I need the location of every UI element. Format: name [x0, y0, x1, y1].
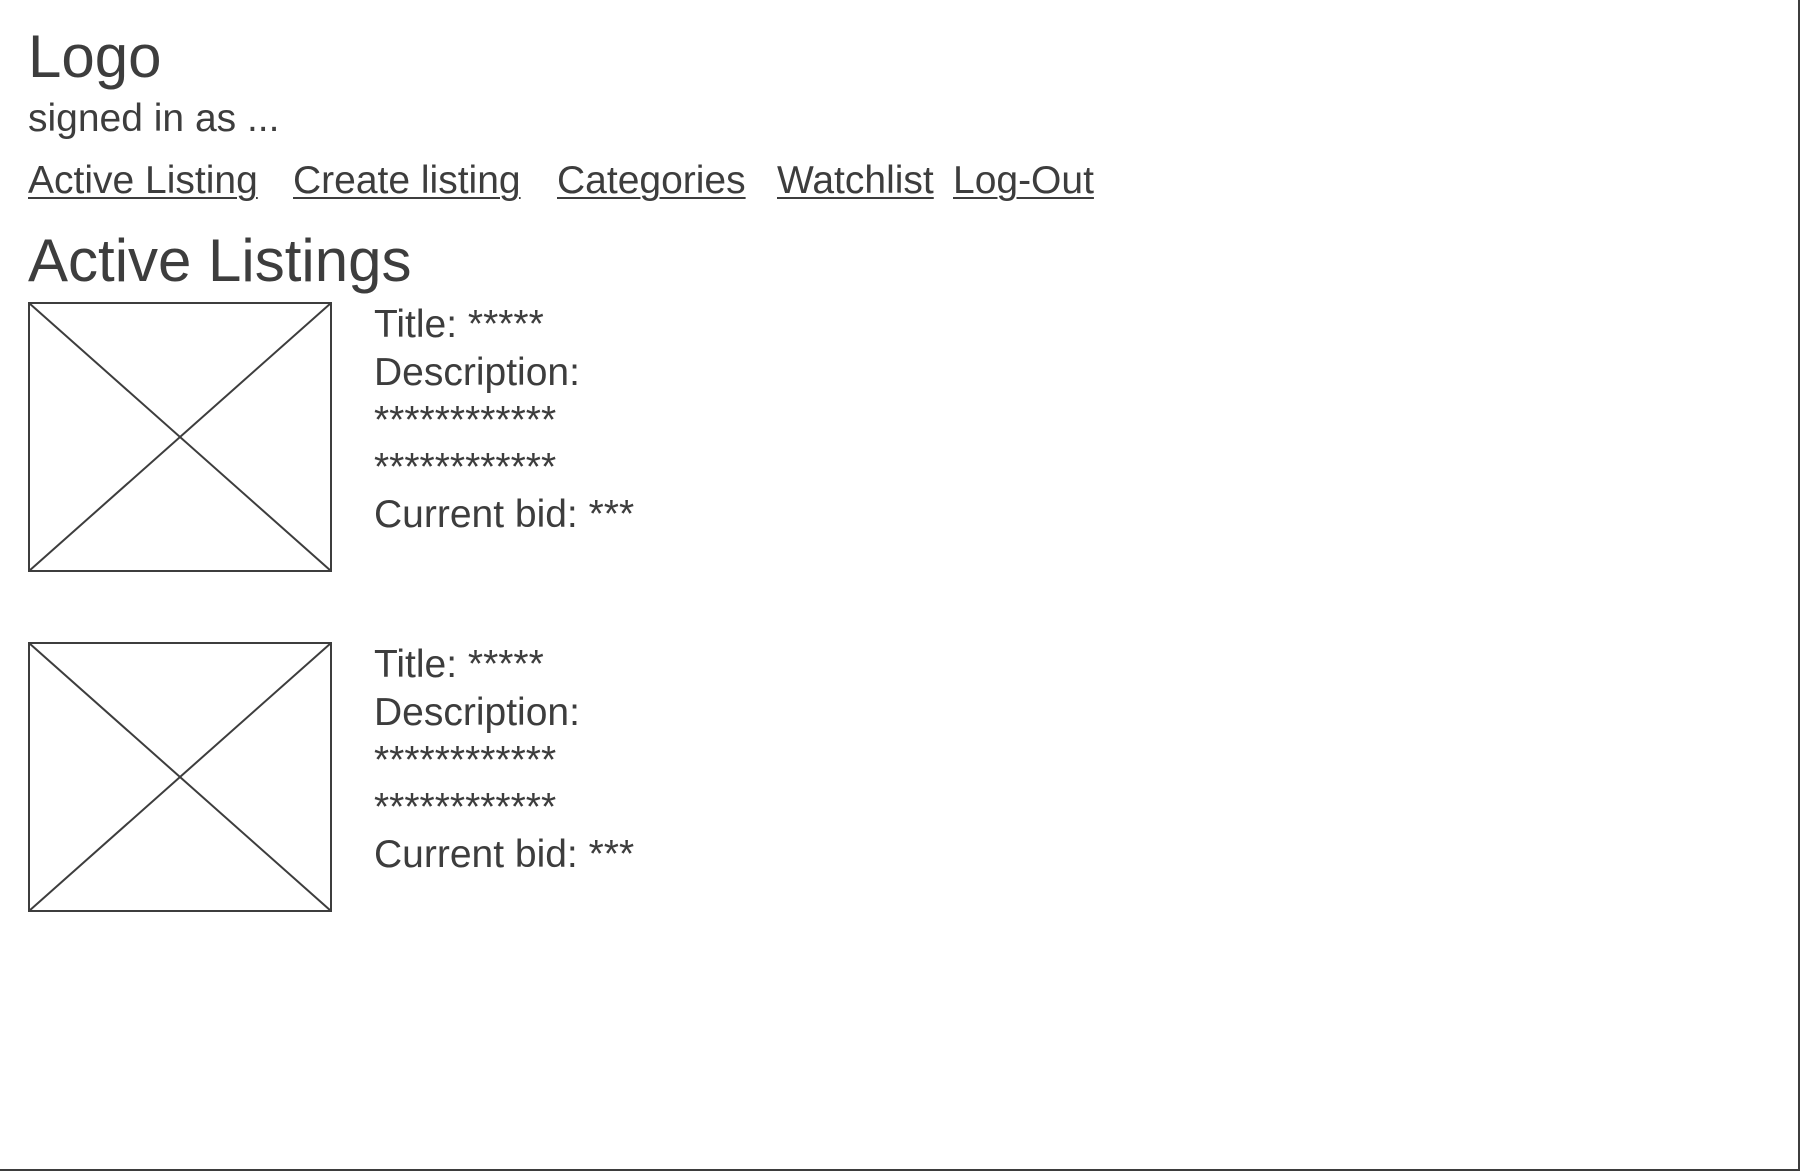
nav-link-log-out[interactable]: Log-Out [953, 157, 1094, 205]
listing-description-label: Description: [374, 351, 580, 394]
nav-link-active-listing[interactable]: Active Listing [28, 157, 258, 205]
nav-link-categories[interactable]: Categories [557, 157, 746, 205]
nav-link-create-listing[interactable]: Create listing [293, 157, 521, 205]
listing-current-bid: Current bid: *** [374, 493, 635, 536]
listing-description-label: Description: [374, 691, 580, 734]
listing-description-line: ************ [374, 446, 557, 489]
page-title: Active Listings [28, 227, 412, 294]
listing-title[interactable]: Title: ***** [374, 642, 544, 688]
listing-description-line: ************ [374, 739, 557, 782]
listing-item[interactable]: Title: ***** Description: ************ *… [28, 302, 928, 582]
image-placeholder-icon[interactable] [28, 302, 332, 572]
listing-title[interactable]: Title: ***** [374, 302, 544, 348]
listing-current-bid: Current bid: *** [374, 833, 635, 876]
logo[interactable]: Logo [28, 22, 161, 92]
image-placeholder-icon[interactable] [28, 642, 332, 912]
signed-in-status: signed in as ... [28, 97, 280, 140]
listing-description-line: ************ [374, 399, 557, 442]
listing-description-line: ************ [374, 786, 557, 829]
listing-item[interactable]: Title: ***** Description: ************ *… [28, 642, 928, 922]
nav-link-watchlist[interactable]: Watchlist [777, 157, 934, 205]
